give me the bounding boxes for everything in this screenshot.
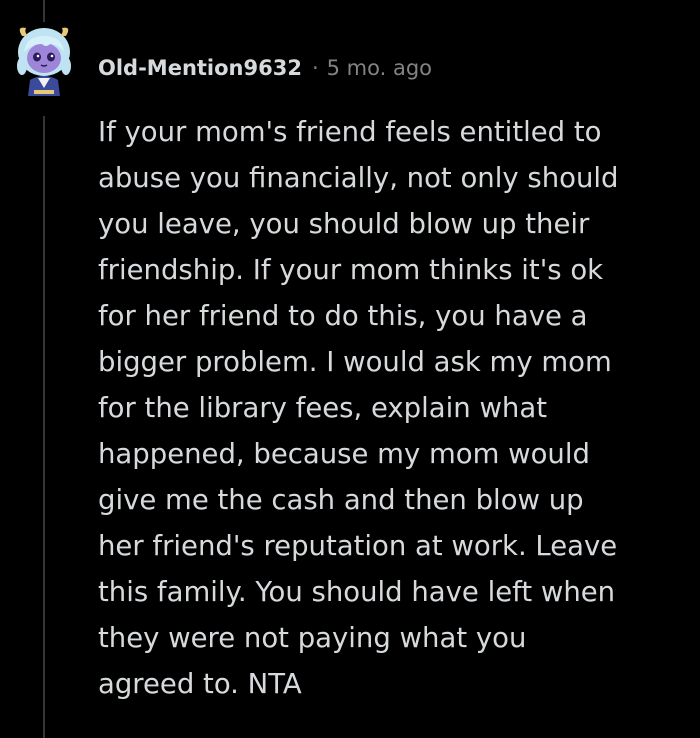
comment-timestamp[interactable]: 5 mo. ago	[327, 56, 432, 80]
snoo-avatar-icon	[17, 27, 71, 96]
thread-line-collapse[interactable]	[43, 116, 45, 738]
username-link[interactable]: Old-Mention9632	[98, 56, 302, 80]
user-avatar[interactable]	[12, 22, 76, 98]
comment-meta: Old-Mention9632 · 5 mo. ago	[98, 50, 432, 86]
comment-body: If your mom's friend feels entitled to a…	[98, 116, 619, 700]
thread-line-parent[interactable]	[43, 0, 45, 22]
meta-separator: ·	[311, 56, 319, 80]
